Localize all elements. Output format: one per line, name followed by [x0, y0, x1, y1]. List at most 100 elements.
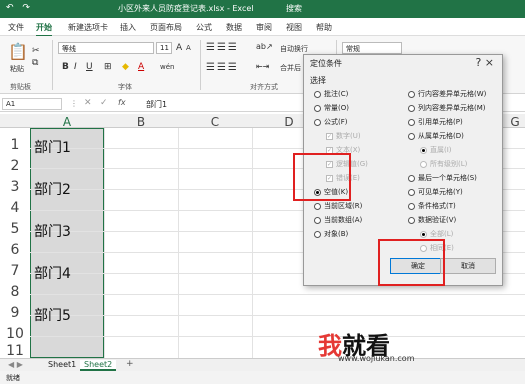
option-current-array[interactable]: 当前数组(A)	[314, 215, 362, 225]
option-column-differences[interactable]: 列内容差异单元格(M)	[408, 103, 486, 113]
font-size-select[interactable]: 11	[156, 42, 172, 54]
row-header[interactable]: 2	[0, 158, 30, 174]
window-title: 小区外来人员防疫登记表.xlsx - Excel	[118, 4, 254, 13]
gridline	[252, 128, 253, 358]
column-header-g[interactable]: G	[505, 115, 525, 129]
check-numbers[interactable]: ✓ 数字(U)	[326, 131, 361, 141]
cancel-icon[interactable]: ✕	[84, 98, 92, 108]
tab-help[interactable]: 帮助	[316, 22, 332, 33]
tab-formulas[interactable]: 公式	[196, 22, 212, 33]
gridline	[30, 294, 525, 295]
radio-icon	[408, 188, 415, 196]
row-header[interactable]: 4	[0, 200, 30, 216]
option-visible-cells[interactable]: 可见单元格(Y)	[408, 187, 463, 197]
column-header-a[interactable]: A	[30, 115, 104, 129]
paste-button[interactable]: 粘贴	[10, 64, 24, 74]
sheet-tab-2[interactable]: Sheet2	[80, 360, 117, 371]
row-header[interactable]: 11	[0, 343, 30, 359]
name-box[interactable]: A1	[2, 98, 62, 110]
number-format-select[interactable]: 常规	[342, 42, 402, 54]
option-direct-only[interactable]: 直属(I)	[420, 145, 452, 155]
option-objects[interactable]: 对象(B)	[314, 229, 348, 239]
italic-button[interactable]: I	[74, 62, 77, 72]
border-icon[interactable]: ⊞	[104, 62, 112, 72]
cell-a3[interactable]: 部门2	[34, 179, 71, 199]
option-row-differences[interactable]: 行内容差异单元格(W)	[408, 89, 486, 99]
option-conditional-formats[interactable]: 条件格式(T)	[408, 201, 456, 211]
font-name-select[interactable]: 等线	[58, 42, 154, 54]
orientation-icon[interactable]: ab↗	[256, 42, 273, 51]
tab-page-layout[interactable]: 页面布局	[150, 22, 182, 33]
row-header[interactable]: 5	[0, 221, 30, 237]
radio-icon	[314, 230, 321, 238]
align-top-icons[interactable]: ☰☰☰	[206, 42, 239, 53]
radio-icon	[314, 202, 321, 210]
cell-a1[interactable]: 部门1	[34, 137, 71, 157]
row-header[interactable]: 3	[0, 179, 30, 195]
merge-center-button[interactable]: 合并后	[280, 63, 301, 73]
option-dependents[interactable]: 从属单元格(D)	[408, 131, 464, 141]
radio-icon	[420, 146, 427, 154]
option-all-levels[interactable]: 所有级别(L)	[420, 159, 467, 169]
radio-icon	[408, 216, 415, 224]
scroll-left-icon[interactable]: ◀ ▶	[8, 360, 23, 369]
column-header-c[interactable]: C	[178, 115, 252, 129]
copy-icon[interactable]: ⧉	[32, 58, 38, 68]
option-formulas[interactable]: 公式(F)	[314, 117, 348, 127]
row-header[interactable]: 9	[0, 305, 30, 321]
watermark: 我就看 www.wojiukan.com	[318, 326, 518, 366]
option-constants[interactable]: 常量(O)	[314, 103, 349, 113]
tab-review[interactable]: 审阅	[256, 22, 272, 33]
fill-color-icon[interactable]: ◆	[122, 62, 129, 72]
wrap-text-button[interactable]: 自动换行	[280, 44, 308, 54]
ribbon-tabs: 文件 开始 新建选项卡 插入 页面布局 公式 数据 审阅 视图 帮助	[0, 18, 525, 37]
tab-new[interactable]: 新建选项卡	[68, 22, 108, 33]
option-data-validation[interactable]: 数据验证(V)	[408, 215, 456, 225]
radio-icon	[408, 202, 415, 210]
cancel-button[interactable]: 取消	[440, 258, 496, 274]
search-box[interactable]: 搜索	[286, 3, 302, 14]
dialog-section-label: 选择	[310, 76, 326, 85]
tab-home[interactable]: 开始	[36, 22, 52, 37]
formula-content[interactable]: 部门1	[146, 99, 167, 110]
underline-button[interactable]: U	[86, 62, 93, 72]
sheet-tab-1[interactable]: Sheet1	[44, 360, 80, 371]
option-last-cell[interactable]: 最后一个单元格(S)	[408, 173, 477, 183]
option-current-region[interactable]: 当前区域(R)	[314, 201, 362, 211]
fx-icon[interactable]: fx	[118, 98, 126, 107]
row-header[interactable]: 10	[0, 326, 30, 342]
shrink-font-button[interactable]: A	[186, 44, 191, 52]
align-left-icons[interactable]: ☰☰☰	[206, 62, 239, 73]
row-header[interactable]: 8	[0, 284, 30, 300]
enter-icon[interactable]: ✓	[100, 98, 108, 108]
alignment-group-label: 对齐方式	[250, 83, 278, 91]
quick-access-toolbar[interactable]: ↶ ↷	[6, 3, 33, 13]
option-validation-all[interactable]: 全部(L)	[420, 229, 453, 239]
add-sheet-button[interactable]: +	[126, 359, 134, 369]
radio-icon	[408, 104, 415, 112]
radio-icon	[314, 118, 321, 126]
tab-insert[interactable]: 插入	[120, 22, 136, 33]
cut-icon[interactable]: ✂	[32, 46, 40, 56]
tab-view[interactable]: 视图	[286, 22, 302, 33]
bold-button[interactable]: B	[62, 62, 69, 72]
row-header[interactable]: 1	[0, 137, 30, 153]
font-color-button[interactable]: A	[138, 62, 144, 72]
indent-icon[interactable]: ⇤⇥	[256, 62, 269, 71]
option-precedents[interactable]: 引用单元格(P)	[408, 117, 463, 127]
radio-icon	[314, 90, 321, 98]
column-header-b[interactable]: B	[104, 115, 178, 129]
row-header[interactable]: 7	[0, 263, 30, 279]
option-comments[interactable]: 批注(C)	[314, 89, 348, 99]
close-icon[interactable]: ? ×	[475, 56, 494, 69]
radio-icon	[314, 216, 321, 224]
tab-file[interactable]: 文件	[8, 22, 24, 33]
gridline	[30, 315, 525, 316]
cell-a7[interactable]: 部门4	[34, 263, 71, 283]
tab-data[interactable]: 数据	[226, 22, 242, 33]
row-header[interactable]: 6	[0, 242, 30, 258]
cell-a5[interactable]: 部门3	[34, 221, 71, 241]
grow-font-button[interactable]: A	[176, 43, 182, 53]
cell-a9[interactable]: 部门5	[34, 305, 71, 325]
phonetic-button[interactable]: wén	[160, 63, 174, 71]
